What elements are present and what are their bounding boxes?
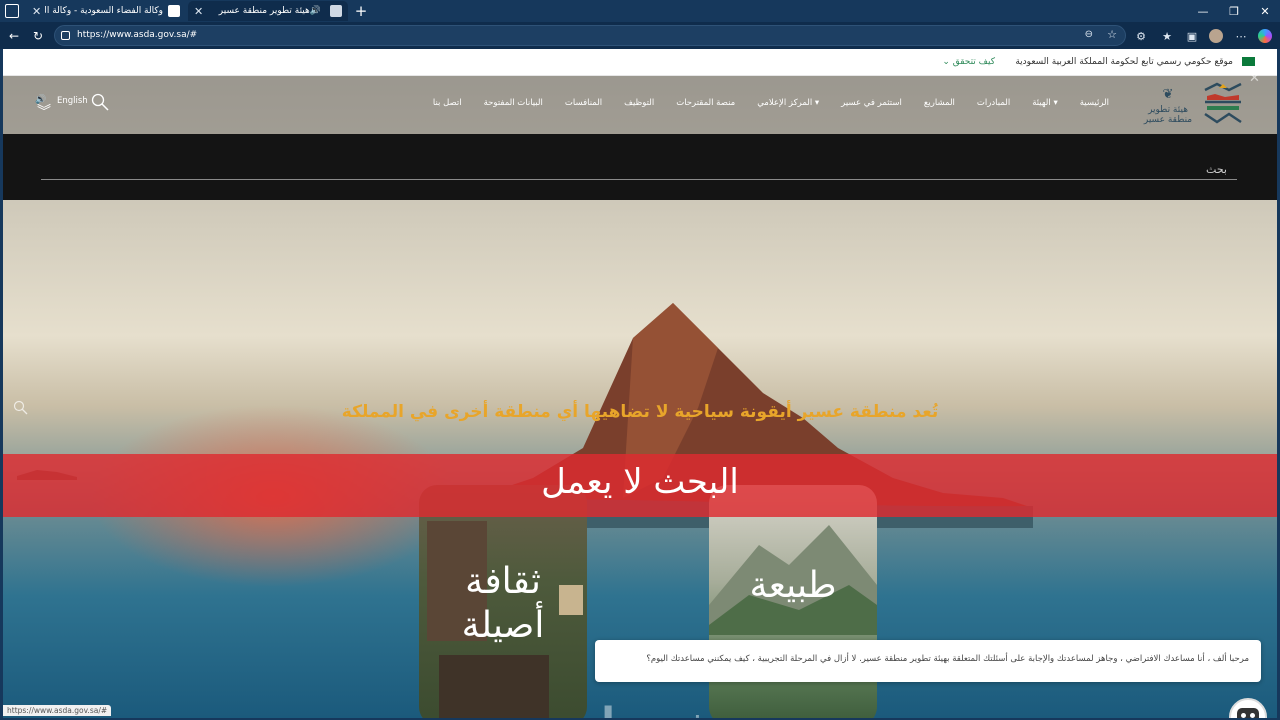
more-menu-icon[interactable]: ⋯ xyxy=(1232,27,1250,45)
search-panel xyxy=(3,134,1277,200)
nav-suggestions[interactable]: منصة المقترحات xyxy=(676,98,735,108)
favorites-icon[interactable]: ★ xyxy=(1158,27,1176,45)
nature-card[interactable]: طبيعة xyxy=(709,485,877,718)
favorite-star-icon[interactable]: ☆ xyxy=(1107,28,1117,41)
nav-media-center[interactable]: المركز الإعلامي ▾ xyxy=(757,98,819,108)
tab-actions-icon[interactable] xyxy=(5,4,19,18)
tab-title: وكالة الفضاء السعودية - وكالة الفض xyxy=(45,6,163,16)
new-tab-button[interactable]: + xyxy=(352,1,370,21)
chatbot-robot-icon[interactable] xyxy=(1229,698,1267,718)
reader-icon[interactable]: ⊖ xyxy=(1085,29,1093,40)
site-header: هيئة تطوير منطقة عسير ❦ الرئيسية الهيئة … xyxy=(3,76,1277,134)
lock-icon xyxy=(61,31,70,40)
mute-tab-icon[interactable]: 🔊 xyxy=(310,6,321,16)
hero-section: هيئة تطوير منطقة عسير ❦ الرئيسية الهيئة … xyxy=(3,76,1277,718)
nav-open-data[interactable]: البيانات المفتوحة xyxy=(484,98,543,108)
close-icon[interactable]: ✕ xyxy=(1249,71,1260,86)
extensions-icon[interactable]: ⚙ xyxy=(1132,27,1150,45)
error-banner-text: البحث لا يعمل xyxy=(541,462,739,502)
gov-banner: موقع حكومي رسمي تابع لحكومة المملكة العر… xyxy=(3,49,1277,76)
nav-projects[interactable]: المشاريع xyxy=(924,98,955,108)
nav-tenders[interactable]: المنافسات xyxy=(565,98,602,108)
address-bar[interactable]: https://www.asda.gov.sa/# ⊖ ☆ xyxy=(54,25,1126,46)
copilot-icon[interactable] xyxy=(1256,27,1274,45)
restore-icon[interactable]: ❐ xyxy=(1219,1,1249,21)
hero-slogan: تُعد منطقة عسير أيقونة سياحية لا تضاهيها… xyxy=(341,402,939,422)
gov-banner-text: موقع حكومي رسمي تابع لحكومة المملكة العر… xyxy=(1015,57,1233,67)
nav-contact[interactable]: اتصل بنا xyxy=(433,98,462,108)
close-tab-icon[interactable]: ✕ xyxy=(194,5,203,18)
language-switch[interactable]: English xyxy=(57,96,88,106)
logo-text-1: هيئة تطوير xyxy=(1147,105,1188,115)
card-title: طبيعة xyxy=(749,565,837,606)
collections-icon[interactable]: ▣ xyxy=(1183,27,1201,45)
how-to-verify-link[interactable]: كيف تتحقق ⌄ xyxy=(942,57,995,67)
status-bar-url: https://www.asda.gov.sa/# xyxy=(3,705,112,716)
svg-text:❦: ❦ xyxy=(1163,87,1174,102)
tab-asir-authority[interactable]: 🔊 هيئة تطوير منطقة عسير ✕ xyxy=(188,1,348,21)
card-title: ثقافة xyxy=(465,561,541,602)
chatbot-message: مرحبا ألف ، أنا مساعدك الافتراضي ، وجاهز… xyxy=(595,640,1261,682)
search-input[interactable] xyxy=(41,160,1237,180)
back-arrow-icon[interactable]: ← xyxy=(4,26,24,46)
nav-careers[interactable]: التوظيف xyxy=(624,98,654,108)
chevron-down-icon[interactable]: ︾ xyxy=(37,105,51,119)
asir-authority-logo[interactable]: هيئة تطوير منطقة عسير ❦ xyxy=(1135,82,1245,128)
web-page: موقع حكومي رسمي تابع لحكومة المملكة العر… xyxy=(3,49,1277,718)
close-tab-icon[interactable]: ✕ xyxy=(32,5,41,18)
profile-avatar-icon[interactable] xyxy=(1207,27,1225,45)
address-url: https://www.asda.gov.sa/# xyxy=(77,30,198,40)
close-window-icon[interactable]: ✕ xyxy=(1250,1,1280,21)
nav-home[interactable]: الرئيسية xyxy=(1080,98,1109,108)
khamsat-watermark: خمسات xyxy=(561,700,713,718)
tab-saudi-space-agency[interactable]: وكالة الفضاء السعودية - وكالة الفض ✕ xyxy=(26,1,186,21)
reload-icon[interactable]: ↻ xyxy=(28,26,48,46)
logo-text-2: منطقة عسير xyxy=(1143,115,1192,125)
favicon xyxy=(168,5,180,17)
tab-title: هيئة تطوير منطقة عسير xyxy=(218,6,310,16)
culture-card[interactable]: ثقافة أصيلة xyxy=(419,485,587,718)
nav-invest[interactable]: استثمر في عسير xyxy=(841,98,902,108)
saudi-flag-icon xyxy=(1242,57,1255,66)
card-title: أصيلة xyxy=(461,605,545,646)
nav-authority[interactable]: الهيئة ▾ xyxy=(1032,98,1058,108)
heritage-building-image xyxy=(439,655,549,718)
nav-initiatives[interactable]: المبادرات xyxy=(977,98,1010,108)
main-nav: الرئيسية الهيئة ▾ المبادرات المشاريع است… xyxy=(433,98,1109,108)
minimize-icon[interactable]: — xyxy=(1188,1,1218,21)
search-icon[interactable] xyxy=(91,93,109,111)
favicon xyxy=(330,5,342,17)
